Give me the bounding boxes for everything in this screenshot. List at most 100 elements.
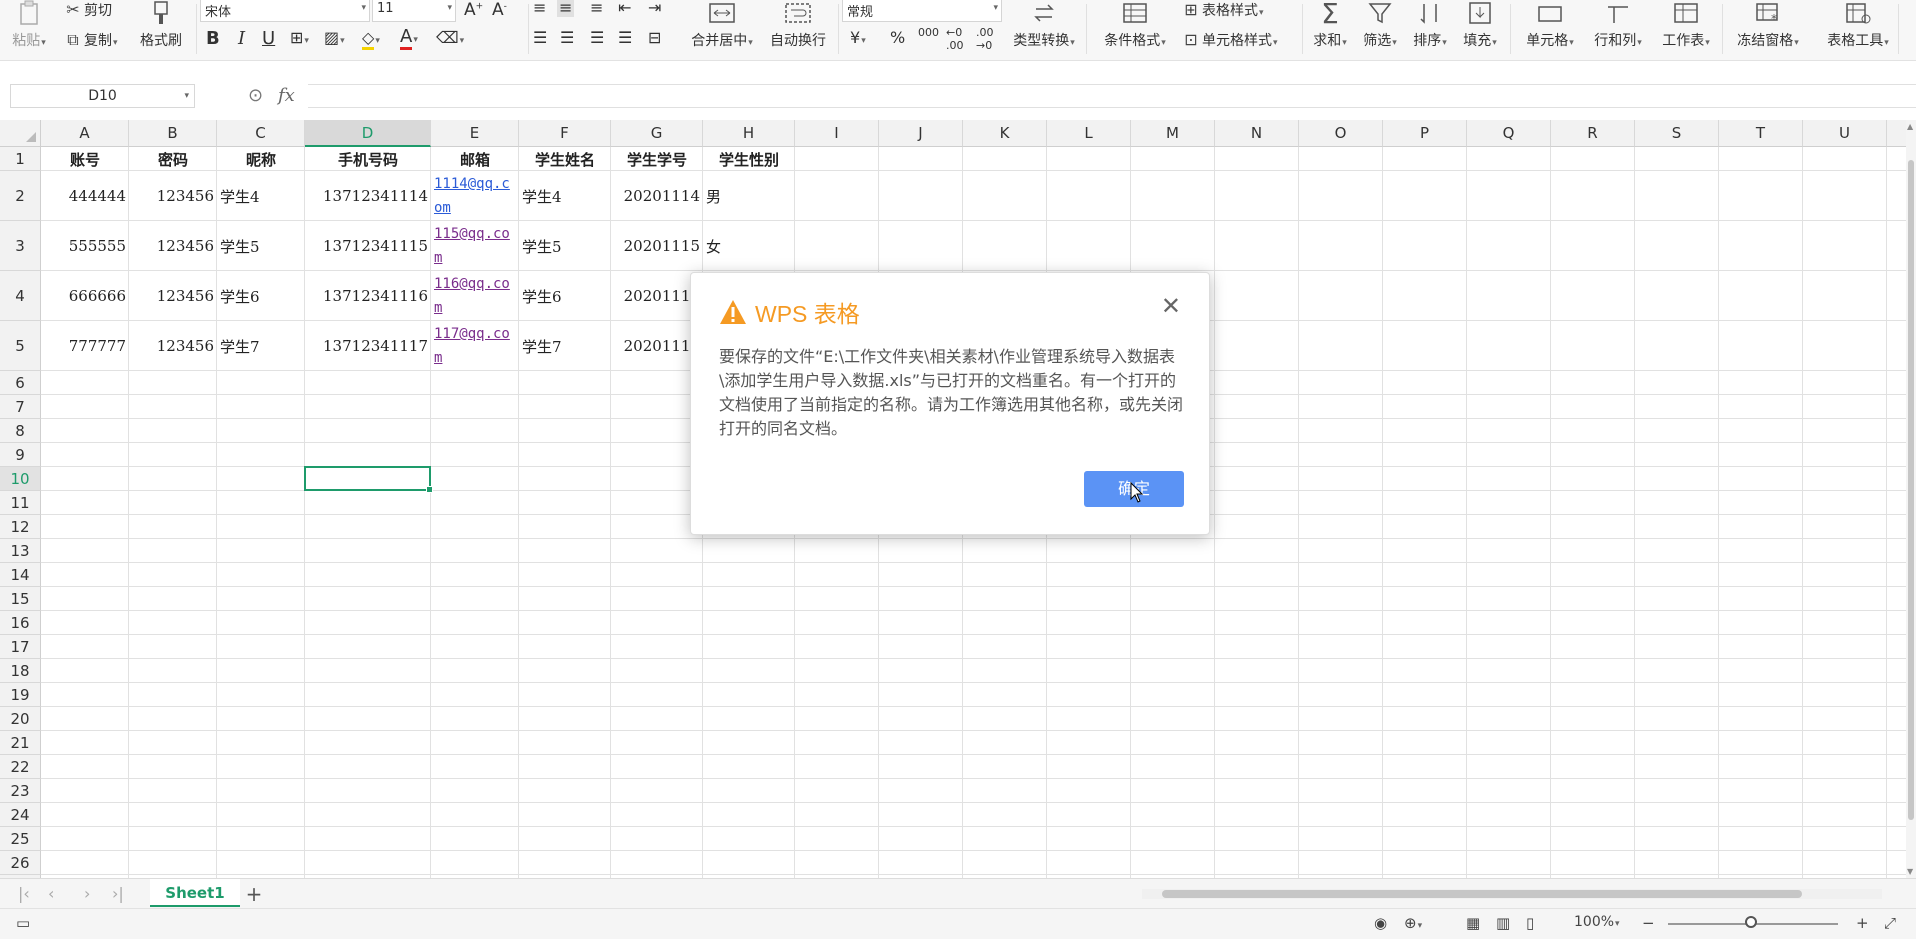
table-cell[interactable]: 学生5 <box>217 221 305 271</box>
align-right-button[interactable]: ☰ <box>590 28 604 47</box>
table-header-cell[interactable]: 学生学号 <box>611 147 703 171</box>
column-header[interactable]: P <box>1383 120 1467 147</box>
wrap-text-button[interactable]: 自动换行 <box>764 0 832 58</box>
align-top-button[interactable]: ≡ <box>533 0 546 17</box>
formula-input[interactable] <box>308 84 1916 108</box>
percent-button[interactable]: % <box>890 28 905 47</box>
table-cell[interactable]: 学生7 <box>217 321 305 371</box>
table-cell[interactable]: 666666 <box>41 271 129 321</box>
row-header[interactable]: 16 <box>0 611 41 635</box>
conditional-format-button[interactable]: 条件格式▾ <box>1098 0 1172 58</box>
row-header[interactable]: 1 <box>0 147 41 171</box>
eye-protection-icon[interactable]: ◉ <box>1374 914 1387 932</box>
cell-shading-button[interactable]: ▨▾ <box>324 28 345 47</box>
table-header-cell[interactable]: 学生性别 <box>703 147 795 171</box>
macro-icon[interactable]: ▭ <box>16 914 30 932</box>
align-middle-button[interactable]: ≡ <box>557 0 575 17</box>
font-name-select[interactable]: 宋体 ▾ <box>200 0 370 22</box>
table-cell[interactable]: 学生6 <box>217 271 305 321</box>
horizontal-scrollbar[interactable] <box>1142 889 1882 899</box>
zoom-in-icon[interactable]: + <box>1856 914 1869 932</box>
column-header[interactable]: H <box>703 120 795 147</box>
vertical-scroll-thumb[interactable] <box>1908 160 1914 820</box>
filter-button[interactable]: 筛选▾ <box>1356 0 1404 58</box>
close-icon[interactable]: ✕ <box>1161 294 1181 318</box>
font-size-select[interactable]: 11 ▾ <box>372 0 456 22</box>
table-cell[interactable]: 777777 <box>41 321 129 371</box>
align-left-button[interactable]: ☰ <box>533 28 547 47</box>
row-header[interactable]: 24 <box>0 803 41 827</box>
table-cell[interactable]: 学生4 <box>217 171 305 221</box>
paste-button[interactable]: 粘贴▾ <box>6 0 52 58</box>
row-header[interactable]: 18 <box>0 659 41 683</box>
normal-view-icon[interactable]: ▦ <box>1466 914 1480 932</box>
format-painter-button[interactable]: 格式刷 <box>134 0 188 58</box>
row-header[interactable]: 9 <box>0 443 41 467</box>
table-cell[interactable]: 学生6 <box>519 271 611 321</box>
freeze-panes-button[interactable]: * 冻结窗格▾ <box>1730 0 1806 58</box>
distribute-button[interactable]: ⊟ <box>648 28 661 47</box>
row-header[interactable]: 6 <box>0 371 41 395</box>
sum-button[interactable]: Σ 求和▾ <box>1306 0 1354 58</box>
border-button[interactable]: ⊞▾ <box>290 28 309 47</box>
column-header[interactable]: G <box>611 120 703 147</box>
row-header[interactable]: 14 <box>0 563 41 587</box>
column-header[interactable]: Q <box>1467 120 1551 147</box>
font-color-button[interactable]: A▾ <box>400 26 418 50</box>
vertical-scrollbar[interactable]: ▲ ▼ <box>1906 120 1916 878</box>
sort-button[interactable]: 排序▾ <box>1406 0 1454 58</box>
copy-button[interactable]: ⧉ 复制▾ <box>62 30 117 50</box>
email-link[interactable]: 1114@qq.com <box>431 171 519 221</box>
row-header[interactable]: 23 <box>0 779 41 803</box>
row-header[interactable]: 17 <box>0 635 41 659</box>
table-cell[interactable]: 学生4 <box>519 171 611 221</box>
cell-style-button[interactable]: ⊡ 单元格样式▾ <box>1180 30 1277 50</box>
row-header[interactable]: 22 <box>0 755 41 779</box>
last-sheet-icon[interactable]: ›| <box>112 884 124 903</box>
table-cell[interactable]: 男 <box>703 171 795 221</box>
merge-center-button[interactable]: 合并居中▾ <box>684 0 760 58</box>
row-header[interactable]: 21 <box>0 731 41 755</box>
column-header[interactable]: J <box>879 120 963 147</box>
column-header[interactable]: L <box>1047 120 1131 147</box>
bold-button[interactable]: B <box>206 28 220 49</box>
column-header[interactable]: N <box>1215 120 1299 147</box>
clear-button[interactable]: ⌫▾ <box>436 28 464 47</box>
row-header[interactable]: 2 <box>0 171 41 221</box>
column-header[interactable]: I <box>795 120 879 147</box>
decimal-increase-button[interactable]: ←0.00 <box>946 26 964 52</box>
column-header[interactable]: A <box>41 120 129 147</box>
table-cell[interactable]: 123456 <box>129 221 217 271</box>
table-cell[interactable]: 20201115 <box>611 221 703 271</box>
next-sheet-icon[interactable]: › <box>84 884 90 903</box>
row-header[interactable]: 5 <box>0 321 41 371</box>
column-header[interactable]: C <box>217 120 305 147</box>
column-header[interactable]: E <box>431 120 519 147</box>
table-cell[interactable]: 123456 <box>129 271 217 321</box>
tab-sheet1[interactable]: Sheet1 <box>150 879 240 907</box>
input-method-icon[interactable]: ⊕▾ <box>1404 914 1422 932</box>
table-cell[interactable]: 13712341115 <box>305 221 431 271</box>
zoom-out-icon[interactable]: − <box>1642 914 1655 932</box>
horizontal-scroll-thumb[interactable] <box>1162 890 1802 898</box>
rows-cols-button[interactable]: 行和列▾ <box>1586 0 1650 58</box>
column-header[interactable]: K <box>963 120 1047 147</box>
table-header-cell[interactable]: 学生姓名 <box>519 147 611 171</box>
cut-button[interactable]: ✂ 剪切 <box>62 0 112 20</box>
table-cell[interactable]: 20201114 <box>611 171 703 221</box>
table-cell[interactable]: 女 <box>703 221 795 271</box>
italic-button[interactable]: I <box>238 28 245 49</box>
worksheet-button[interactable]: 工作表▾ <box>1656 0 1716 58</box>
table-cell[interactable]: 学生7 <box>519 321 611 371</box>
fill-button[interactable]: 填充▾ <box>1456 0 1504 58</box>
table-header-cell[interactable]: 密码 <box>129 147 217 171</box>
table-tools-button[interactable]: 表格工具▾ <box>1820 0 1896 58</box>
table-style-button[interactable]: ⊞ 表格样式▾ <box>1180 0 1263 20</box>
zoom-level[interactable]: 100%▾ <box>1574 914 1620 930</box>
table-cell[interactable]: 123456 <box>129 171 217 221</box>
indent-decrease-button[interactable]: ⇤ <box>618 0 631 17</box>
number-format-select[interactable]: 常规 ▾ <box>842 0 1002 22</box>
email-link[interactable]: 117@qq.com <box>431 321 519 371</box>
row-header[interactable]: 8 <box>0 419 41 443</box>
table-header-cell[interactable]: 邮箱 <box>431 147 519 171</box>
